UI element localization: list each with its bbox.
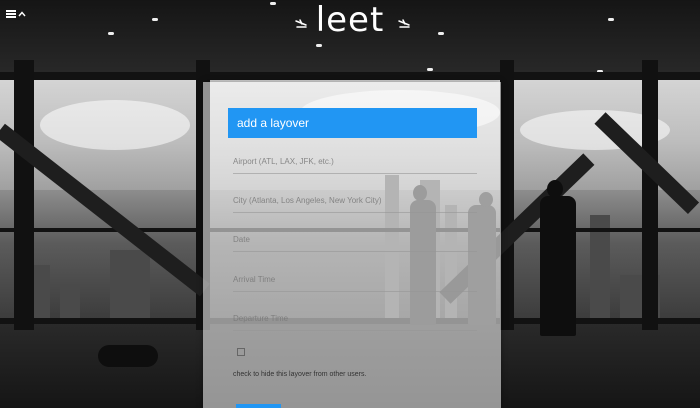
add-layover-form: add a layover check to hide this layover… [203,82,501,408]
hide-layover-label: check to hide this layover from other us… [233,371,367,378]
date-input[interactable] [233,228,477,252]
departure-time-input[interactable] [233,307,477,331]
form-title: add a layover [228,108,477,138]
arrival-time-input[interactable] [233,268,477,292]
airport-input[interactable] [233,150,477,174]
site-logo[interactable]: leet [0,0,700,40]
airplane-landing-icon [398,19,410,28]
airplane-landing-icon [295,19,307,28]
hide-layover-checkbox[interactable] [237,348,245,356]
submit-button[interactable] [236,404,281,408]
city-input[interactable] [233,189,477,213]
logo-text: leet [315,0,385,40]
